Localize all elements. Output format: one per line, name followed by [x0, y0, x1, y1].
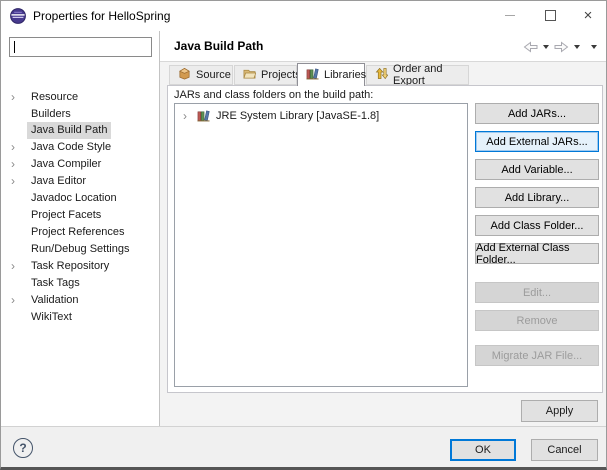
page-header: Java Build Path — [160, 31, 607, 62]
minimize-button[interactable] — [493, 1, 527, 30]
back-arrow-icon[interactable] — [523, 41, 538, 53]
sidebar-item-java-editor[interactable]: ›Java Editor — [1, 173, 160, 190]
sidebar-item-java-build-path[interactable]: Java Build Path — [1, 122, 160, 139]
tab-projects[interactable]: Projects — [234, 65, 297, 85]
sidebar: ›Resource Builders Java Build Path ›Java… — [1, 31, 160, 426]
chevron-right-icon[interactable]: › — [11, 173, 15, 189]
sidebar-item-resource[interactable]: ›Resource — [1, 89, 160, 106]
eclipse-icon — [10, 8, 26, 24]
chevron-right-icon[interactable]: › — [11, 156, 15, 172]
tab-label: Projects — [261, 69, 301, 81]
view-menu-icon[interactable] — [591, 45, 597, 49]
close-button[interactable]: × — [571, 1, 605, 30]
list-item-jre-system-library[interactable]: › JRE System Library [JavaSE-1.8] — [175, 108, 467, 125]
sidebar-item-project-facets[interactable]: Project Facets — [1, 207, 160, 224]
tab-libraries[interactable]: Libraries — [297, 63, 365, 86]
title-bar: Properties for HelloSpring × — [1, 1, 606, 31]
chevron-right-icon[interactable]: › — [11, 139, 15, 155]
tab-source[interactable]: Source — [169, 65, 233, 85]
sidebar-item-project-references[interactable]: Project References — [1, 224, 160, 241]
main-panel: Java Build Path Source — [160, 31, 607, 426]
bottom-bar: ? OK Cancel — [1, 426, 606, 468]
list-item-label: JRE System Library [JavaSE-1.8] — [216, 108, 379, 125]
question-mark-icon: ? — [19, 441, 26, 455]
maximize-button[interactable] — [533, 1, 567, 30]
forward-arrow-icon[interactable] — [554, 41, 569, 53]
folder-icon — [243, 67, 256, 83]
filter-input[interactable] — [9, 37, 152, 57]
forward-dropdown-icon[interactable] — [574, 45, 580, 49]
sidebar-item-task-tags[interactable]: Task Tags — [1, 275, 160, 292]
cancel-button[interactable]: Cancel — [531, 439, 598, 461]
add-external-class-folder-button[interactable]: Add External Class Folder... — [475, 243, 599, 264]
sidebar-item-builders[interactable]: Builders — [1, 106, 160, 123]
add-class-folder-button[interactable]: Add Class Folder... — [475, 215, 599, 236]
add-external-jars-button[interactable]: Add External JARs... — [475, 131, 599, 152]
chevron-right-icon[interactable]: › — [183, 108, 187, 125]
chevron-right-icon[interactable]: › — [11, 89, 15, 105]
help-button[interactable]: ? — [13, 438, 33, 458]
edit-button: Edit... — [475, 282, 599, 303]
remove-button: Remove — [475, 310, 599, 331]
tab-label: Libraries — [324, 69, 366, 81]
migrate-jar-file-button: Migrate JAR File... — [475, 345, 599, 366]
sidebar-item-validation[interactable]: ›Validation — [1, 292, 160, 309]
chevron-right-icon[interactable]: › — [11, 292, 15, 308]
sidebar-item-task-repository[interactable]: ›Task Repository — [1, 258, 160, 275]
add-variable-button[interactable]: Add Variable... — [475, 159, 599, 180]
sidebar-item-javadoc-location[interactable]: Javadoc Location — [1, 190, 160, 207]
minimize-icon — [505, 15, 515, 16]
text-cursor — [14, 41, 15, 53]
add-library-button[interactable]: Add Library... — [475, 187, 599, 208]
library-icon — [306, 67, 319, 83]
sidebar-item-run-debug-settings[interactable]: Run/Debug Settings — [1, 241, 160, 258]
library-icon — [197, 109, 210, 128]
sidebar-item-wikitext[interactable]: WikiText — [1, 309, 160, 326]
order-icon — [375, 67, 388, 83]
maximize-icon — [545, 10, 556, 21]
ok-button[interactable]: OK — [450, 439, 516, 461]
build-path-list[interactable]: › JRE System Library [JavaSE-1.8] — [174, 103, 468, 387]
back-dropdown-icon[interactable] — [543, 45, 549, 49]
window-title: Properties for HelloSpring — [33, 9, 170, 23]
page-title: Java Build Path — [174, 39, 263, 53]
tab-order-and-export[interactable]: Order and Export — [366, 65, 469, 85]
sidebar-item-java-compiler[interactable]: ›Java Compiler — [1, 156, 160, 173]
tab-label: Source — [196, 69, 231, 81]
add-jars-button[interactable]: Add JARs... — [475, 103, 599, 124]
sidebar-item-java-code-style[interactable]: ›Java Code Style — [1, 139, 160, 156]
build-path-list-label: JARs and class folders on the build path… — [174, 89, 373, 101]
tab-label: Order and Export — [393, 63, 460, 87]
properties-dialog: Properties for HelloSpring × ›Resource B… — [0, 0, 607, 470]
chevron-right-icon[interactable]: › — [11, 258, 15, 274]
history-nav — [523, 39, 597, 55]
package-icon — [178, 67, 191, 83]
apply-button[interactable]: Apply — [521, 400, 598, 422]
